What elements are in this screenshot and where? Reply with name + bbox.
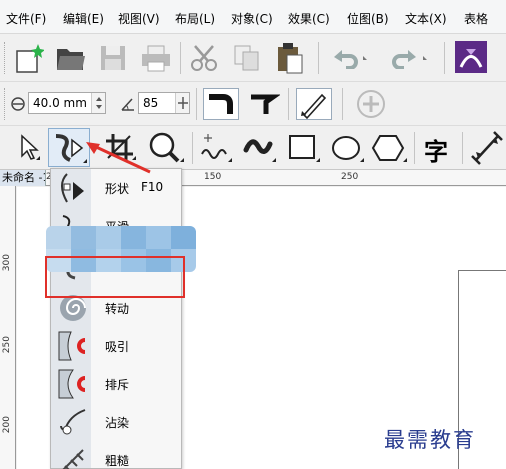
- menu-file[interactable]: 文件(F): [6, 10, 46, 27]
- standard-toolbar: [0, 34, 506, 82]
- artistic-media-tool-icon[interactable]: [242, 130, 278, 166]
- menu-effects[interactable]: 效果(C): [288, 10, 330, 27]
- undo-icon[interactable]: [330, 47, 370, 69]
- vertical-ruler: 300 250 200: [0, 186, 16, 469]
- menu-bitmaps[interactable]: 位图(B): [347, 10, 389, 27]
- flyout-item-smudge[interactable]: 沾染: [51, 403, 181, 441]
- annotation-arrow: [86, 142, 151, 174]
- flyout-label: 沾染: [105, 416, 130, 430]
- width-value: 40.0 mm: [33, 96, 87, 110]
- repel-icon: [58, 369, 86, 399]
- ruler-tick-label: 150: [204, 172, 222, 182]
- redo-icon[interactable]: [390, 47, 430, 69]
- print-icon[interactable]: [140, 43, 172, 73]
- separator: [192, 132, 193, 164]
- separator: [342, 88, 343, 120]
- angle-spinner[interactable]: [175, 93, 189, 113]
- flyout-label: 转动: [105, 302, 130, 316]
- angle-value: 85: [143, 96, 159, 110]
- angle-icon: [121, 98, 134, 111]
- menu-view[interactable]: 视图(V): [118, 10, 160, 27]
- separator: [288, 88, 289, 120]
- angle-input[interactable]: 85: [138, 92, 190, 114]
- pen-pressure-icon[interactable]: [296, 88, 332, 120]
- freehand-tool-icon[interactable]: [198, 130, 234, 166]
- toolbar-grip[interactable]: [4, 88, 7, 120]
- toolbar-grip[interactable]: [4, 42, 7, 74]
- paste-icon[interactable]: [274, 41, 306, 75]
- width-spinner[interactable]: [91, 93, 105, 113]
- document-tab[interactable]: 未命名 -1: [0, 170, 46, 186]
- new-document-icon[interactable]: [14, 42, 44, 74]
- flyout-shortcut: F10: [141, 180, 164, 194]
- shape-tool-flyout: 形状 F10 平滑 涂抹 转动 吸引 排斥: [50, 168, 182, 469]
- flyout-item-attract[interactable]: 吸引: [51, 327, 181, 365]
- separator: [318, 42, 319, 74]
- corner-sharp-icon[interactable]: [246, 88, 280, 120]
- add-icon[interactable]: [355, 88, 387, 120]
- save-icon[interactable]: [98, 43, 128, 73]
- separator: [196, 88, 197, 120]
- flyout-label: 粗糙: [105, 454, 130, 468]
- ruler-tick-label: 250: [2, 336, 12, 354]
- text-tool-icon[interactable]: 字: [424, 132, 448, 167]
- flyout-label: 形状: [105, 182, 130, 196]
- watermark: 最需教育: [384, 428, 476, 452]
- corner-smooth-icon[interactable]: [203, 88, 239, 120]
- property-bar: 40.0 mm 85: [0, 82, 506, 126]
- separator: [444, 42, 445, 74]
- corel-app-icon[interactable]: [454, 40, 488, 74]
- ruler-tick-label: 250: [341, 172, 359, 182]
- menu-object[interactable]: 对象(C): [231, 10, 273, 27]
- line-width-icon: [11, 97, 25, 111]
- ruler-tick-label: 200: [2, 416, 12, 434]
- toolbox: 字: [0, 126, 506, 170]
- width-input[interactable]: 40.0 mm: [28, 92, 106, 114]
- roughen-icon: [62, 449, 84, 469]
- flyout-item-repel[interactable]: 排斥: [51, 365, 181, 403]
- menu-table[interactable]: 表格: [464, 10, 488, 27]
- menu-edit[interactable]: 编辑(E): [63, 10, 104, 27]
- separator: [180, 42, 181, 74]
- dimension-tool-icon[interactable]: [470, 130, 504, 166]
- ruler-tick-label: 300: [2, 254, 12, 272]
- ellipse-tool-icon[interactable]: [328, 130, 366, 166]
- highlight-box: [45, 256, 185, 298]
- copy-icon[interactable]: [232, 43, 262, 73]
- cut-icon[interactable]: [189, 43, 221, 73]
- separator: [414, 132, 415, 164]
- menu-text[interactable]: 文本(X): [405, 10, 447, 27]
- flyout-item-roughen[interactable]: 粗糙: [51, 441, 181, 469]
- menu-bar: 文件(F) 编辑(E) 视图(V) 布局(L) 对象(C) 效果(C) 位图(B…: [0, 0, 506, 34]
- polygon-tool-icon[interactable]: [370, 130, 408, 166]
- attract-icon: [58, 331, 86, 361]
- rectangle-tool-icon[interactable]: [284, 130, 322, 166]
- pick-tool-icon[interactable]: [14, 132, 42, 164]
- flyout-label: 排斥: [105, 378, 130, 392]
- smudge-icon: [60, 409, 86, 435]
- open-folder-icon[interactable]: [55, 43, 87, 73]
- flyout-label: 吸引: [105, 340, 130, 354]
- menu-layout[interactable]: 布局(L): [175, 10, 215, 27]
- separator: [462, 132, 463, 164]
- shape-node-icon: [61, 173, 84, 203]
